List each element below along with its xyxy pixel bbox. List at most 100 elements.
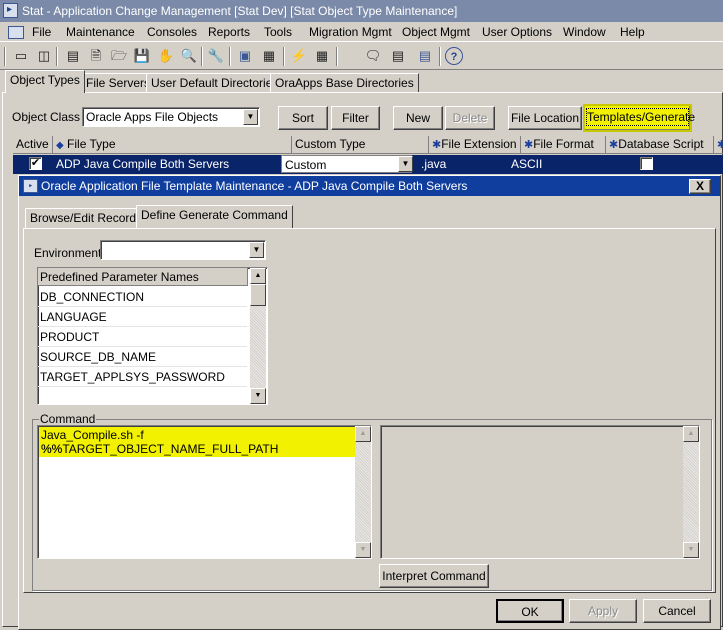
close-button[interactable]: X xyxy=(689,179,711,194)
col-header-active[interactable]: Active xyxy=(13,136,53,154)
close-icon: X xyxy=(695,179,704,193)
cancel-button[interactable]: Cancel xyxy=(643,599,711,623)
grid-header: Active ◆ File Type Custom Type ✱File Ext… xyxy=(13,136,723,155)
window-title-bar: Stat - Application Change Management [St… xyxy=(0,0,723,22)
custom-type-select[interactable]: Custom xyxy=(281,155,412,173)
dialog-title: Oracle Application File Template Mainten… xyxy=(41,179,468,193)
menu-file[interactable]: File xyxy=(32,25,51,39)
new-document-icon[interactable]: ◫ xyxy=(35,47,53,65)
lightning-icon[interactable]: ⚡ xyxy=(290,47,308,65)
cell-file-type: ADP Java Compile Both Servers xyxy=(56,157,230,171)
dialog-app-icon: ‣ xyxy=(23,179,38,193)
menu-reports[interactable]: Reports xyxy=(208,25,250,39)
menu-object-mgmt[interactable]: Object Mgmt xyxy=(402,25,470,39)
inbox-icon[interactable]: ▣ xyxy=(236,47,254,65)
file-location-button[interactable]: File Location xyxy=(508,106,582,130)
wrench-icon[interactable]: 🔧 xyxy=(207,47,225,65)
open-console-icon[interactable]: ▭ xyxy=(12,47,30,65)
environment-label: Environment xyxy=(34,246,102,260)
delete-button[interactable]: Delete xyxy=(445,106,495,130)
command-scrollbar[interactable]: ▲ ▼ xyxy=(355,426,371,558)
binoculars-icon[interactable]: 🔍 xyxy=(180,47,198,65)
ok-button[interactable]: OK xyxy=(496,599,564,623)
col-header-custom-type[interactable]: Custom Type xyxy=(292,136,429,154)
tab-browse-edit-records[interactable]: Browse/Edit Records xyxy=(25,208,148,228)
command-line-2: %% xyxy=(41,442,63,456)
chat-icon[interactable]: 🗨 xyxy=(364,47,382,65)
new-item-icon[interactable]: ▤ xyxy=(64,47,82,65)
templates-generate-button[interactable]: Templates/Generate xyxy=(583,104,695,132)
scroll-down-icon[interactable]: ▼ xyxy=(683,542,699,558)
menu-tools[interactable]: Tools xyxy=(264,25,292,39)
grid-icon[interactable]: ▦ xyxy=(313,47,331,65)
help-icon[interactable]: ? xyxy=(445,47,463,65)
col-header-file-extension[interactable]: ✱File Extension xyxy=(429,136,521,154)
param-list-header: Predefined Parameter Names xyxy=(38,268,248,286)
doc-menu-icon[interactable] xyxy=(8,26,24,39)
tab-define-generate-command[interactable]: Define Generate Command xyxy=(136,205,293,228)
menu-maintenance[interactable]: Maintenance xyxy=(66,25,135,39)
list-item[interactable]: DB_CONNECTION xyxy=(38,287,247,307)
app-icon[interactable] xyxy=(3,0,18,20)
required-star-icon: ✱ xyxy=(432,139,442,151)
scroll-up-icon[interactable]: ▲ xyxy=(683,426,699,442)
col-header-file-type[interactable]: ◆ File Type xyxy=(53,136,292,154)
tab-file-servers[interactable]: File Servers xyxy=(81,73,156,93)
interpret-command-button[interactable]: Interpret Command xyxy=(379,564,489,588)
environment-select[interactable]: ▼ xyxy=(100,240,266,260)
chat-list-icon[interactable]: ▤ xyxy=(389,47,407,65)
open-folder-icon[interactable]: 🗁 xyxy=(110,47,128,65)
menu-migration-mgmt[interactable]: Migration Mgmt xyxy=(309,25,392,39)
toolbar: ▭ ◫ ▤ 🗎 🗁 💾 ✋ 🔍 🔧 ▣ ▦ ⚡ ▦ 🗨 ▤ ▤ ? xyxy=(0,43,723,70)
menu-bar: File Maintenance Consoles Reports Tools … xyxy=(0,22,723,42)
chevron-down-icon[interactable]: ▼ xyxy=(243,109,258,125)
list-item[interactable]: SOURCE_DB_NAME xyxy=(38,347,247,367)
command-line-1: Java_Compile.sh -f %%TARGET_OBJECT_NAME_… xyxy=(41,428,279,456)
param-list-scrollbar[interactable]: ▲ ▼ xyxy=(250,268,266,404)
diamond-icon: ◆ xyxy=(56,140,64,151)
col-header-database-script[interactable]: ✱Database Script xyxy=(606,136,714,154)
menu-help[interactable]: Help xyxy=(620,25,645,39)
menu-consoles[interactable]: Consoles xyxy=(147,25,197,39)
object-class-label: Object Class xyxy=(12,110,81,124)
red-hand-icon[interactable]: ✋ xyxy=(157,47,175,65)
object-class-select[interactable]: Oracle Apps File Objects ▼ xyxy=(82,107,260,127)
tab-user-default-directories[interactable]: User Default Directories xyxy=(146,73,284,93)
filter-button[interactable]: Filter xyxy=(331,106,380,130)
scroll-down-icon[interactable]: ▼ xyxy=(250,388,266,404)
required-star-icon: ✱ xyxy=(717,139,723,151)
tab-object-types[interactable]: Object Types xyxy=(5,70,85,93)
output-scrollbar[interactable]: ▲ ▼ xyxy=(683,426,699,558)
list-item[interactable]: TARGET_APPLSYS_PASSWORD xyxy=(38,367,247,387)
new-item-icon[interactable]: 🗎 xyxy=(87,47,105,65)
chevron-down-icon[interactable]: ▼ xyxy=(398,156,413,172)
sort-button[interactable]: Sort xyxy=(278,106,328,130)
scroll-down-icon[interactable]: ▼ xyxy=(355,542,371,558)
command-textarea[interactable]: Java_Compile.sh -f %%TARGET_OBJECT_NAME_… xyxy=(37,425,372,559)
list-item[interactable]: LANGUAGE xyxy=(38,307,247,327)
command-label: Command xyxy=(39,412,97,426)
notepad-icon[interactable]: ▤ xyxy=(416,47,434,65)
menu-window[interactable]: Window xyxy=(563,25,606,39)
parameter-list: Predefined Parameter Names DB_CONNECTION… xyxy=(37,267,268,405)
scroll-up-icon[interactable]: ▲ xyxy=(250,268,266,284)
window-title: Stat - Application Change Management [St… xyxy=(22,4,458,18)
menu-user-options[interactable]: User Options xyxy=(482,25,552,39)
required-star-icon: ✱ xyxy=(609,139,619,151)
scroll-thumb[interactable] xyxy=(250,284,266,306)
list-item[interactable]: PRODUCT xyxy=(38,327,247,347)
calculator-icon[interactable]: ▦ xyxy=(260,47,278,65)
cell-file-format: ASCII xyxy=(511,157,543,171)
tab-oraapps-base-directories[interactable]: OraApps Base Directories xyxy=(270,73,419,93)
save-icon[interactable]: 💾 xyxy=(133,47,151,65)
apply-button[interactable]: Apply xyxy=(569,599,637,623)
new-button[interactable]: New xyxy=(393,106,443,130)
scroll-up-icon[interactable]: ▲ xyxy=(355,426,371,442)
database-script-checkbox[interactable] xyxy=(640,157,653,170)
col-header-file-format[interactable]: ✱File Format xyxy=(521,136,606,154)
chevron-down-icon[interactable]: ▼ xyxy=(249,242,264,258)
table-row[interactable]: ✔ ADP Java Compile Both Servers Custom ▼… xyxy=(13,155,723,174)
active-checkbox[interactable]: ✔ xyxy=(29,157,42,170)
col-header-fo[interactable]: ✱Fo xyxy=(714,136,723,154)
cell-file-extension: .java xyxy=(421,157,447,171)
